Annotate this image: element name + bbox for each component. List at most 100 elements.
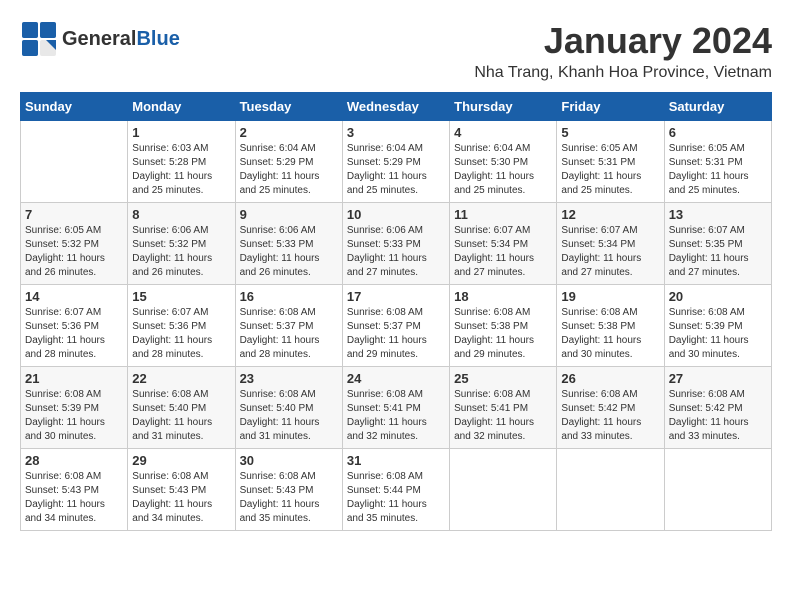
calendar-cell: 26 Sunrise: 6:08 AMSunset: 5:42 PMDayligh… <box>557 367 664 449</box>
day-info: Sunrise: 6:07 AMSunset: 5:34 PMDaylight:… <box>561 224 659 280</box>
day-number: 29 <box>132 453 230 468</box>
calendar-cell: 30 Sunrise: 6:08 AMSunset: 5:43 PMDayligh… <box>235 449 342 531</box>
day-number: 15 <box>132 289 230 304</box>
day-number: 3 <box>347 125 445 140</box>
day-info: Sunrise: 6:07 AMSunset: 5:34 PMDaylight:… <box>454 224 552 280</box>
calendar-cell: 31Sunrise: 6:08 AMSunset: 5:44 PMDayligh… <box>342 449 449 531</box>
weekday-header-tuesday: Tuesday <box>235 93 342 121</box>
calendar-cell: 11 Sunrise: 6:07 AMSunset: 5:34 PMDayligh… <box>450 203 557 285</box>
calendar-cell <box>450 449 557 531</box>
day-number: 28 <box>25 453 123 468</box>
calendar-cell: 25 Sunrise: 6:08 AMSunset: 5:41 PMDayligh… <box>450 367 557 449</box>
day-number: 20 <box>669 289 767 304</box>
day-number: 18 <box>454 289 552 304</box>
day-number: 23 <box>240 371 338 386</box>
day-number: 14 <box>25 289 123 304</box>
day-number: 4 <box>454 125 552 140</box>
calendar-cell: 1 Sunrise: 6:03 AMSunset: 5:28 PMDaylight… <box>128 121 235 203</box>
day-info: Sunrise: 6:07 AMSunset: 5:36 PMDaylight:… <box>132 306 230 362</box>
calendar-cell <box>21 121 128 203</box>
day-info: Sunrise: 6:07 AMSunset: 5:36 PMDaylight:… <box>25 306 123 362</box>
day-number: 19 <box>561 289 659 304</box>
logo: GeneralBlue <box>20 20 180 58</box>
calendar-cell: 2Sunrise: 6:04 AMSunset: 5:29 PMDaylight… <box>235 121 342 203</box>
day-number: 25 <box>454 371 552 386</box>
weekday-header-wednesday: Wednesday <box>342 93 449 121</box>
title-block: January 2024 Nha Trang, Khanh Hoa Provin… <box>474 20 772 82</box>
logo-blue: Blue <box>136 28 179 50</box>
day-number: 7 <box>25 207 123 222</box>
week-row-1: 1 Sunrise: 6:03 AMSunset: 5:28 PMDaylight… <box>21 121 772 203</box>
day-number: 1 <box>132 125 230 140</box>
day-number: 24 <box>347 371 445 386</box>
day-info: Sunrise: 6:03 AMSunset: 5:28 PMDaylight:… <box>132 142 230 198</box>
day-number: 16 <box>240 289 338 304</box>
day-info: Sunrise: 6:08 AMSunset: 5:39 PMDaylight:… <box>25 388 123 444</box>
calendar-cell: 8 Sunrise: 6:06 AMSunset: 5:32 PMDaylight… <box>128 203 235 285</box>
day-info: Sunrise: 6:08 AMSunset: 5:40 PMDaylight:… <box>132 388 230 444</box>
weekday-header-thursday: Thursday <box>450 93 557 121</box>
calendar-cell: 13Sunrise: 6:07 AMSunset: 5:35 PMDayligh… <box>664 203 771 285</box>
day-number: 27 <box>669 371 767 386</box>
calendar-cell: 20 Sunrise: 6:08 AMSunset: 5:39 PMDayligh… <box>664 285 771 367</box>
logo-general: General <box>62 28 136 50</box>
day-info: Sunrise: 6:04 AMSunset: 5:29 PMDaylight:… <box>347 142 445 198</box>
day-info: Sunrise: 6:08 AMSunset: 5:41 PMDaylight:… <box>454 388 552 444</box>
day-number: 9 <box>240 207 338 222</box>
calendar-cell: 9 Sunrise: 6:06 AMSunset: 5:33 PMDaylight… <box>235 203 342 285</box>
calendar-cell: 15 Sunrise: 6:07 AMSunset: 5:36 PMDayligh… <box>128 285 235 367</box>
weekday-header-row: SundayMondayTuesdayWednesdayThursdayFrid… <box>21 93 772 121</box>
calendar-cell: 22 Sunrise: 6:08 AMSunset: 5:40 PMDayligh… <box>128 367 235 449</box>
day-number: 17 <box>347 289 445 304</box>
weekday-header-saturday: Saturday <box>664 93 771 121</box>
calendar-cell: 3 Sunrise: 6:04 AMSunset: 5:29 PMDaylight… <box>342 121 449 203</box>
calendar-cell: 5 Sunrise: 6:05 AMSunset: 5:31 PMDaylight… <box>557 121 664 203</box>
calendar-cell: 21Sunrise: 6:08 AMSunset: 5:39 PMDayligh… <box>21 367 128 449</box>
calendar-cell: 12 Sunrise: 6:07 AMSunset: 5:34 PMDayligh… <box>557 203 664 285</box>
calendar-cell: 10Sunrise: 6:06 AMSunset: 5:33 PMDayligh… <box>342 203 449 285</box>
day-info: Sunrise: 6:08 AMSunset: 5:43 PMDaylight:… <box>25 470 123 526</box>
calendar-cell: 14 Sunrise: 6:07 AMSunset: 5:36 PMDayligh… <box>21 285 128 367</box>
week-row-2: 7Sunrise: 6:05 AMSunset: 5:32 PMDaylight… <box>21 203 772 285</box>
week-row-3: 14 Sunrise: 6:07 AMSunset: 5:36 PMDayligh… <box>21 285 772 367</box>
day-info: Sunrise: 6:08 AMSunset: 5:37 PMDaylight:… <box>347 306 445 362</box>
weekday-header-sunday: Sunday <box>21 93 128 121</box>
calendar-cell <box>557 449 664 531</box>
logo-icon <box>20 20 58 58</box>
day-info: Sunrise: 6:05 AMSunset: 5:31 PMDaylight:… <box>561 142 659 198</box>
day-number: 2 <box>240 125 338 140</box>
day-number: 30 <box>240 453 338 468</box>
calendar-cell: 24 Sunrise: 6:08 AMSunset: 5:41 PMDayligh… <box>342 367 449 449</box>
day-number: 12 <box>561 207 659 222</box>
day-info: Sunrise: 6:06 AMSunset: 5:33 PMDaylight:… <box>240 224 338 280</box>
day-number: 8 <box>132 207 230 222</box>
day-number: 10 <box>347 207 445 222</box>
day-number: 22 <box>132 371 230 386</box>
calendar-cell: 27Sunrise: 6:08 AMSunset: 5:42 PMDayligh… <box>664 367 771 449</box>
calendar-cell: 18Sunrise: 6:08 AMSunset: 5:38 PMDayligh… <box>450 285 557 367</box>
day-info: Sunrise: 6:08 AMSunset: 5:39 PMDaylight:… <box>669 306 767 362</box>
day-info: Sunrise: 6:08 AMSunset: 5:38 PMDaylight:… <box>561 306 659 362</box>
day-info: Sunrise: 6:07 AMSunset: 5:35 PMDaylight:… <box>669 224 767 280</box>
day-info: Sunrise: 6:08 AMSunset: 5:43 PMDaylight:… <box>132 470 230 526</box>
day-info: Sunrise: 6:08 AMSunset: 5:41 PMDaylight:… <box>347 388 445 444</box>
location-title: Nha Trang, Khanh Hoa Province, Vietnam <box>474 64 772 82</box>
calendar-cell: 6Sunrise: 6:05 AMSunset: 5:31 PMDaylight… <box>664 121 771 203</box>
calendar-cell: 17 Sunrise: 6:08 AMSunset: 5:37 PMDayligh… <box>342 285 449 367</box>
header: GeneralBlue January 2024 Nha Trang, Khan… <box>20 20 772 82</box>
day-number: 26 <box>561 371 659 386</box>
calendar-cell: 29 Sunrise: 6:08 AMSunset: 5:43 PMDayligh… <box>128 449 235 531</box>
day-number: 11 <box>454 207 552 222</box>
calendar-cell <box>664 449 771 531</box>
day-info: Sunrise: 6:08 AMSunset: 5:40 PMDaylight:… <box>240 388 338 444</box>
day-number: 5 <box>561 125 659 140</box>
weekday-header-friday: Friday <box>557 93 664 121</box>
calendar-cell: 7Sunrise: 6:05 AMSunset: 5:32 PMDaylight… <box>21 203 128 285</box>
calendar-table: SundayMondayTuesdayWednesdayThursdayFrid… <box>20 92 772 531</box>
day-info: Sunrise: 6:04 AMSunset: 5:30 PMDaylight:… <box>454 142 552 198</box>
calendar-cell: 28 Sunrise: 6:08 AMSunset: 5:43 PMDayligh… <box>21 449 128 531</box>
day-info: Sunrise: 6:06 AMSunset: 5:32 PMDaylight:… <box>132 224 230 280</box>
day-info: Sunrise: 6:08 AMSunset: 5:42 PMDaylight:… <box>561 388 659 444</box>
day-info: Sunrise: 6:08 AMSunset: 5:43 PMDaylight:… <box>240 470 338 526</box>
calendar-cell: 4 Sunrise: 6:04 AMSunset: 5:30 PMDaylight… <box>450 121 557 203</box>
